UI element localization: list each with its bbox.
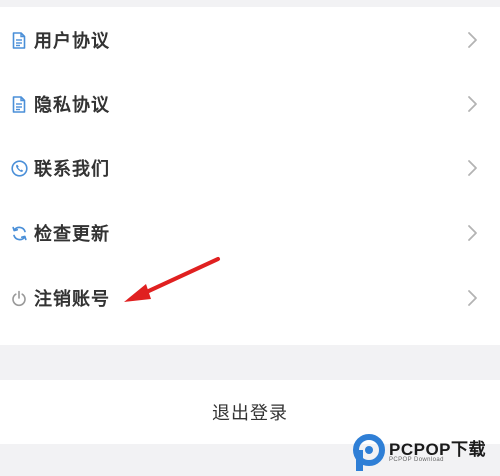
chevron-right-icon: [468, 225, 477, 241]
chevron-right-icon: [468, 96, 477, 112]
chevron-right-icon: [468, 290, 477, 306]
menu-item-label: 注销账号: [34, 289, 110, 310]
menu-item-label: 用户协议: [34, 31, 110, 52]
menu-item-delete-account[interactable]: 注销账号: [0, 266, 500, 330]
refresh-icon: [10, 224, 28, 242]
menu-item-label: 检查更新: [34, 224, 110, 245]
menu-item-check-update[interactable]: 检查更新: [0, 201, 500, 265]
top-strip: [0, 0, 500, 7]
settings-menu: 用户协议 隐私协议 联系我们 检查更新 注销账号: [0, 7, 500, 345]
watermark-sub: PCPOP Download: [389, 457, 444, 463]
power-icon: [10, 289, 28, 307]
chevron-right-icon: [468, 32, 477, 48]
pcpop-logo-icon: [353, 434, 385, 471]
chevron-right-icon: [468, 160, 477, 176]
document-icon: [10, 31, 28, 49]
menu-item-contact-us[interactable]: 联系我们: [0, 136, 500, 200]
document-icon: [10, 95, 28, 113]
menu-item-privacy-agreement[interactable]: 隐私协议: [0, 72, 500, 136]
menu-item-label: 隐私协议: [34, 95, 110, 116]
watermark: PCPOP下载 PCPOP Download: [352, 433, 497, 473]
menu-item-label: 联系我们: [34, 159, 110, 180]
phone-icon: [10, 159, 28, 177]
menu-item-user-agreement[interactable]: 用户协议: [0, 8, 500, 72]
